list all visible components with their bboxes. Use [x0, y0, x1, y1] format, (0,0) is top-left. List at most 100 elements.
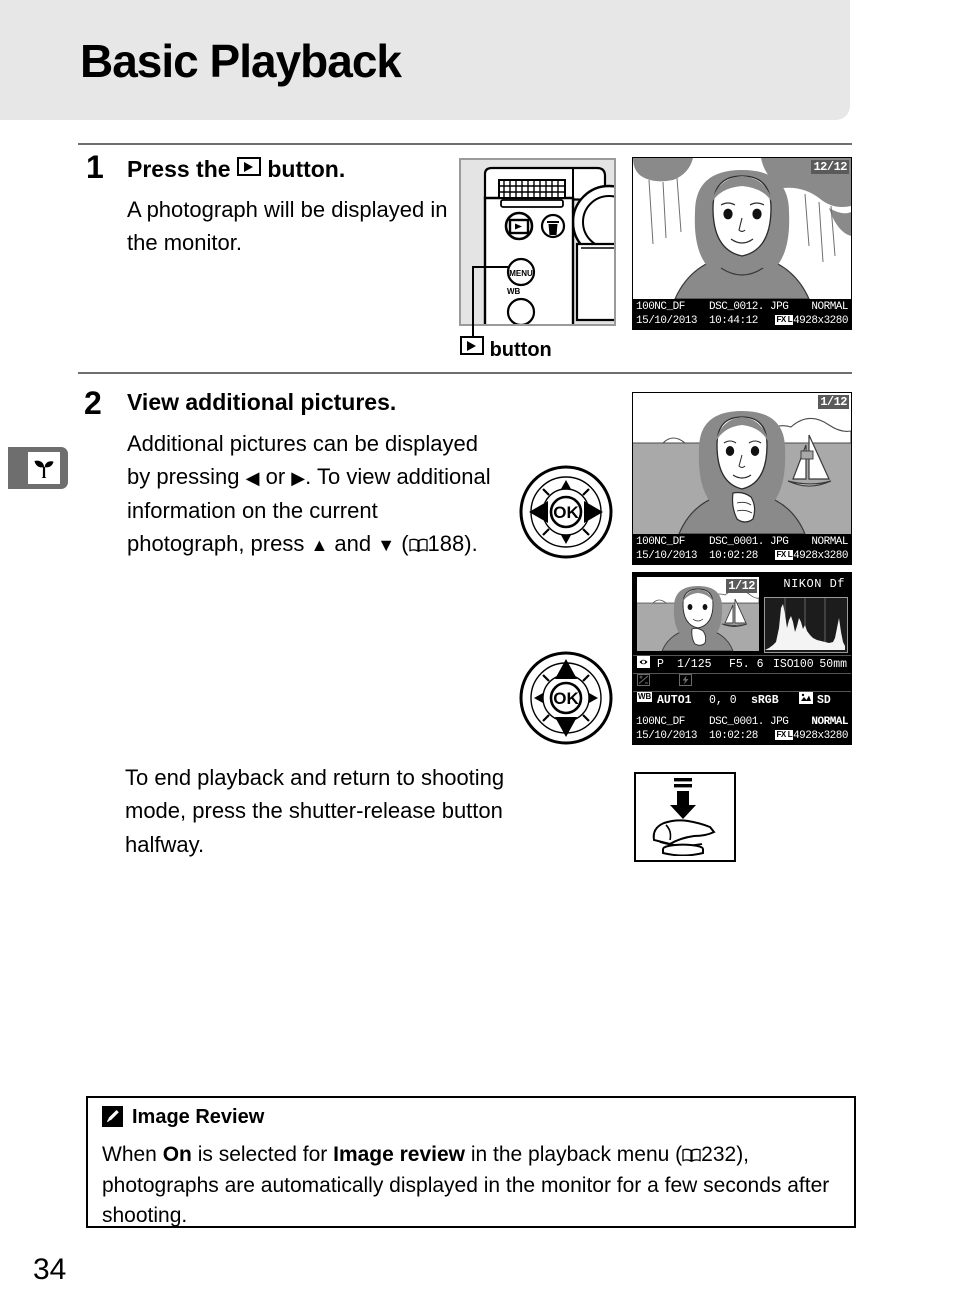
svg-text:MENU: MENU: [509, 269, 533, 278]
lcd-dimensions: 4928x3280: [793, 730, 848, 742]
lcd3-focal-length: 50mm: [819, 658, 847, 671]
lcd-quality: NORMAL: [811, 536, 848, 548]
lcd-photo-woman-trees: 12/12: [633, 158, 851, 299]
lcd-playback-first: 1/12 100NC_DF DSC_0001. JPG NORMAL 15/10…: [632, 392, 852, 565]
lcd-dimensions: 4928x3280: [793, 315, 848, 327]
lcd-dimensions-group: FX L4928x3280: [775, 314, 848, 328]
note-part2: is selected for: [191, 1143, 334, 1166]
lcd-status-bar: 100NC_DF DSC_0012. JPG NORMAL 15/10/2013…: [633, 299, 851, 329]
lcd-folder: 100NC_DF: [636, 536, 685, 548]
lcd-playback-full: 12/12 100NC_DF DSC_0012. JPG NORMAL 15/1…: [632, 157, 852, 330]
lcd3-top-area: 1/12 NIKON Df: [633, 573, 851, 655]
book-reference-icon: [408, 538, 428, 553]
lcd-time: 10:02:28: [709, 550, 758, 562]
press-shutter-halfway-illustration: [634, 772, 736, 862]
lcd3-camera-model: NIKON Df: [783, 577, 845, 591]
note-part3: in the playback menu (: [465, 1143, 683, 1166]
lcd3-exposure-mode: P: [657, 658, 664, 671]
rule-above-step-1: [78, 143, 852, 145]
lcd-dimensions-group: FX L4928x3280: [775, 549, 848, 563]
step-2-heading: View additional pictures.: [127, 389, 397, 415]
step-2-body-part6: ).: [464, 531, 478, 557]
lcd-date: 15/10/2013: [636, 315, 698, 327]
step-2-body-part2: or: [265, 464, 286, 490]
step-1-body: A photograph will be displayed in the mo…: [127, 197, 448, 256]
page-title: Basic Playback: [80, 35, 402, 87]
step-2-number: 2: [84, 385, 102, 421]
step-2-page-ref: 188: [427, 531, 465, 557]
lcd3-colorspace: sRGB: [751, 694, 779, 707]
lcd-dimensions-group: FX L4928x3280: [775, 729, 848, 743]
multi-selector-left-right: OK: [518, 464, 614, 560]
sprout-icon: [28, 452, 60, 484]
image-area-badge: FX: [775, 315, 787, 325]
lcd-date: 15/10/2013: [636, 730, 698, 742]
lcd-status-bar: 100NC_DF DSC_0001. JPG NORMAL 15/10/2013…: [633, 534, 851, 564]
arrow-up-glyph: ▲: [310, 535, 329, 556]
lcd-folder: 100NC_DF: [636, 301, 685, 313]
note-part1: When: [102, 1143, 163, 1166]
lcd3-color-row: WB AUTO1 0, 0 sRGB SD: [633, 691, 851, 709]
lcd3-histogram: [764, 597, 848, 653]
lcd3-shutter-speed: 1/125: [677, 658, 712, 671]
lcd-time: 10:02:28: [709, 730, 758, 742]
iso-badge: ISO: [773, 658, 794, 671]
image-area-badge: FX: [775, 550, 787, 560]
picture-control-icon: [799, 692, 813, 710]
lcd-quality: NORMAL: [811, 301, 848, 313]
playback-icon-caption: [460, 336, 484, 355]
leader-line-horizontal: [472, 266, 508, 268]
camera-back-illustration: MENU WB: [459, 158, 616, 326]
note-title: Image Review: [102, 1106, 264, 1129]
lcd3-aperture: F5. 6: [729, 658, 764, 671]
lcd-time: 10:44:12: [709, 315, 758, 327]
lcd-status-bar: 100NC_DF DSC_0001. JPG NORMAL 15/10/2013…: [633, 714, 851, 744]
playback-button-caption: button: [460, 336, 552, 362]
playback-icon: [236, 157, 261, 176]
page-number: 34: [33, 1253, 67, 1286]
lcd-filename: DSC_0012. JPG: [709, 301, 789, 313]
leader-line-vertical: [472, 266, 474, 338]
frame-counter: 12/12: [811, 160, 849, 174]
lcd-filename: DSC_0001. JPG: [709, 536, 789, 548]
step-1-heading-after: button.: [267, 156, 346, 182]
lcd3-wb-fine-tune: 0, 0: [709, 694, 737, 707]
step-2-end-text: To end playback and return to shooting m…: [125, 765, 505, 857]
lcd-shooting-info: 1/12 NIKON Df P 1/125 F5. 6 ISO 100 50mm: [632, 572, 852, 745]
frame-counter: 1/12: [726, 579, 757, 593]
lcd-photo-woman-sea: 1/12: [633, 393, 851, 534]
rule-between-steps: [78, 372, 852, 374]
note-body: When On is selected for Image review in …: [102, 1140, 842, 1232]
lcd3-thumbnail: 1/12: [637, 577, 759, 651]
arrow-right-glyph: ▶: [291, 468, 306, 489]
step-2-body-part5: (: [401, 531, 409, 557]
step-1-heading-before: Press the: [127, 156, 231, 182]
exposure-compensation-icon: [637, 674, 650, 692]
lcd-folder: 100NC_DF: [636, 716, 685, 728]
pencil-icon: [102, 1106, 123, 1127]
lcd-date: 15/10/2013: [636, 550, 698, 562]
note-bold-on: On: [162, 1143, 192, 1166]
image-review-note-box: Image Review When On is selected for Ima…: [86, 1096, 856, 1228]
svg-text:WB: WB: [507, 287, 521, 296]
lcd3-picture-control: SD: [817, 694, 831, 707]
multi-selector-up-down: OK: [518, 650, 614, 746]
step-2-body-part4: and: [334, 531, 372, 557]
matrix-metering-icon: [637, 656, 650, 674]
wb-badge: WB: [637, 692, 653, 702]
step-1-number: 1: [86, 149, 104, 185]
lcd3-wb-value: AUTO1: [657, 694, 692, 707]
lcd-dimensions: 4928x3280: [793, 550, 848, 562]
note-title-text: Image Review: [132, 1106, 265, 1128]
frame-counter: 1/12: [818, 395, 849, 409]
image-area-badge: FX: [775, 730, 787, 740]
arrow-left-glyph: ◀: [245, 468, 260, 489]
note-bold-image-review: Image review: [333, 1143, 466, 1166]
svg-text:OK: OK: [553, 503, 579, 522]
step-1-heading: Press the button.: [127, 157, 345, 181]
book-reference-icon: [682, 1148, 701, 1162]
lcd3-compensation-row: [633, 673, 851, 691]
note-page-ref: 232: [701, 1143, 737, 1166]
svg-text:OK: OK: [553, 689, 579, 708]
playback-button-caption-text: button: [489, 339, 552, 361]
